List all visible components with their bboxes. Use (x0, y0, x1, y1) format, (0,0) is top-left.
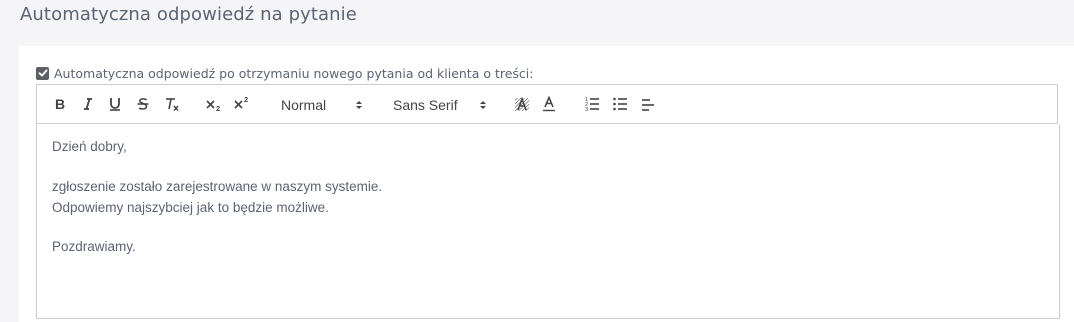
page-title: Automatyczna odpowiedź na pytanie (20, 4, 357, 25)
auto-reply-checkbox-row[interactable]: Automatyczna odpowiedź po otrzymaniu now… (36, 64, 534, 82)
align-icon[interactable] (639, 95, 657, 113)
underline-icon[interactable] (107, 95, 123, 113)
editor-toolbar: B 2 2 Normal Sans Serif 1 2 3 (36, 84, 1058, 124)
header-size-value: Normal (281, 97, 327, 113)
italic-icon[interactable] (80, 95, 96, 113)
svg-text:2: 2 (216, 104, 220, 112)
font-family-select[interactable]: Sans Serif (393, 96, 489, 114)
select-arrows-icon (480, 101, 486, 109)
superscript-icon[interactable]: 2 (233, 95, 251, 113)
bullet-list-icon[interactable] (611, 95, 629, 113)
header-size-select[interactable]: Normal (281, 96, 365, 114)
svg-text:2: 2 (244, 96, 248, 104)
svg-text:B: B (55, 96, 65, 112)
font-family-value: Sans Serif (393, 97, 458, 113)
bold-icon[interactable]: B (52, 95, 68, 113)
checkmark-icon (38, 69, 47, 77)
auto-reply-checkbox[interactable] (36, 66, 49, 80)
auto-reply-checkbox-label: Automatyczna odpowiedź po otrzymaniu now… (54, 65, 534, 81)
editor-line: Odpowiemy najszybciej jak to będzie możl… (52, 200, 329, 215)
clear-format-icon[interactable] (163, 95, 181, 113)
editor-line: Pozdrawiamy. (52, 239, 136, 254)
strikethrough-icon[interactable] (135, 95, 151, 113)
text-color-icon[interactable] (540, 95, 558, 113)
background-color-icon[interactable] (513, 95, 531, 113)
editor-line: Dzień dobry, (52, 139, 127, 154)
svg-text:3: 3 (585, 107, 588, 112)
editor-content[interactable]: Dzień dobry, zgłoszenie zostało zarejest… (36, 124, 1060, 319)
subscript-icon[interactable]: 2 (205, 95, 223, 113)
editor-line: zgłoszenie zostało zarejestrowane w nasz… (52, 179, 383, 194)
ordered-list-icon[interactable]: 1 2 3 (583, 95, 601, 113)
select-arrows-icon (356, 101, 362, 109)
